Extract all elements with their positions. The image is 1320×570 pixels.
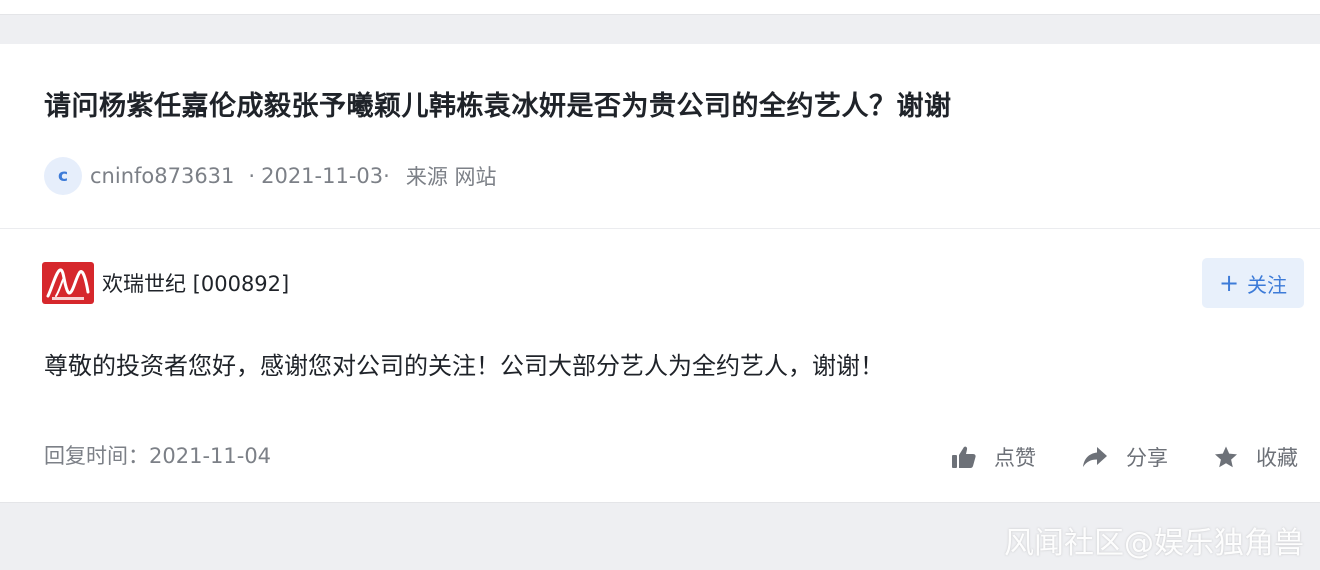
thumbs-up-icon xyxy=(952,446,976,468)
follow-button[interactable]: + 关注 xyxy=(1202,258,1304,308)
top-strip xyxy=(0,0,1320,15)
question-card xyxy=(0,44,1320,228)
like-button[interactable]: 点赞 xyxy=(952,440,1036,474)
meta-separator: · xyxy=(248,164,256,188)
question-date: 2021-11-03 xyxy=(261,164,384,188)
question-source: 来源 网站 xyxy=(405,165,497,189)
favorite-label: 收藏 xyxy=(1256,446,1298,470)
reply-time: 回复时间：2021-11-04 xyxy=(44,444,272,468)
like-label: 点赞 xyxy=(994,446,1036,470)
share-button[interactable]: 分享 xyxy=(1082,440,1168,474)
favorite-button[interactable]: 收藏 xyxy=(1214,440,1298,474)
company-logo[interactable] xyxy=(42,262,94,304)
share-label: 分享 xyxy=(1126,446,1168,470)
avatar[interactable]: c xyxy=(44,157,82,195)
follow-label: 关注 xyxy=(1247,272,1288,297)
company-name[interactable]: 欢瑞世纪 [000892] xyxy=(102,268,289,298)
question-title[interactable]: 请问杨紫任嘉伦成毅张予曦颖儿韩栋袁冰妍是否为贵公司的全约艺人？谢谢 xyxy=(44,84,952,123)
asker-username[interactable]: cninfo873631 xyxy=(90,164,234,188)
meta-separator: · xyxy=(383,164,390,188)
share-arrow-icon xyxy=(1083,447,1107,467)
star-icon xyxy=(1215,446,1237,467)
watermark: 风闻社区@娱乐独角兽 xyxy=(1004,526,1304,561)
answer-text: 尊敬的投资者您好，感谢您对公司的关注！公司大部分艺人为全约艺人，谢谢！ xyxy=(44,352,884,380)
question-meta: c cninfo873631 · 2021-11-03 · 来源 网站 xyxy=(44,156,497,196)
plus-icon: + xyxy=(1218,269,1240,297)
